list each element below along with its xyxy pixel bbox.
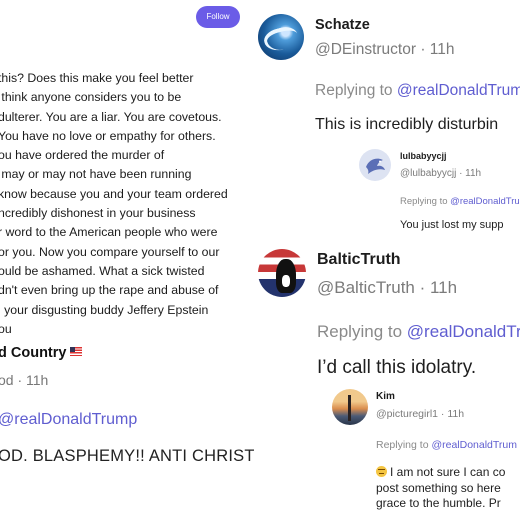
post-body: I’d call this idolatry.	[317, 357, 477, 378]
post-body: This is incredibly disturbin	[315, 116, 499, 133]
replying-mention-link[interactable]: @realDonaldTrum	[397, 82, 520, 99]
tower-sunset-avatar[interactable]	[332, 389, 368, 425]
post-body: I am not sure I can co post something so…	[376, 465, 520, 512]
replying-to-line: Replying to @realDonaldTrum	[376, 439, 517, 451]
post-author-name[interactable]: lulbabyycjj	[400, 151, 447, 161]
grimace-emoji-icon	[376, 466, 387, 477]
post-handle-time: @lulbabyycjj · 11h	[400, 168, 482, 179]
bird-icon	[366, 158, 385, 174]
post-body-text: I am not sure I can co post something so…	[376, 465, 506, 510]
long-reply-text: this? Does this make you feel better thi…	[0, 71, 228, 336]
author-name: d Country	[0, 345, 83, 361]
replying-mention-link[interactable]: @realDonaldTr	[407, 322, 520, 341]
post-author-name[interactable]: Kim	[376, 391, 395, 402]
post-author-name[interactable]: Schatze	[315, 17, 370, 33]
bird-avatar[interactable]	[359, 149, 391, 181]
left-screenshot-panel: Follow ‹ this? Does this make you feel b…	[0, 0, 254, 520]
replying-mention-link[interactable]: @realDonaldTrum	[431, 439, 517, 451]
post-body: You just lost my supp	[400, 219, 504, 231]
replying-prefix: Replying to	[400, 196, 451, 207]
author-name-text: d Country	[0, 345, 67, 361]
replying-to-line: Replying to @realDonaldTr	[317, 322, 520, 342]
follow-button[interactable]: Follow	[196, 6, 240, 28]
replying-prefix: Replying to	[315, 82, 397, 99]
right-screenshot-panel: Schatze @DEinstructor · 11h Replying to …	[256, 0, 520, 520]
replying-mention-link[interactable]: @realDonaldTrump	[0, 411, 137, 429]
wave-avatar[interactable]	[258, 14, 304, 60]
cat-flag-avatar[interactable]	[258, 249, 306, 297]
post-author-name[interactable]: BalticTruth	[317, 251, 401, 269]
post-handle-time: @BalticTruth · 11h	[317, 278, 458, 297]
replying-mention-link[interactable]: @realDonaldTrum	[450, 196, 520, 207]
post-handle-time: @DEinstructor · 11h	[315, 41, 455, 58]
author-handle-time: od · 11h	[0, 372, 49, 388]
replying-to-line: Replying to @realDonaldTrum	[400, 196, 520, 207]
post-body: OD. BLASPHEMY!! ANTI CHRIST	[0, 447, 254, 465]
replying-to-line: Replying to @realDonaldTrum	[315, 82, 520, 100]
replying-prefix: Replying to	[376, 439, 432, 451]
replying-prefix: Replying to	[317, 322, 407, 341]
us-flag-icon	[70, 347, 83, 356]
post-handle-time: @picturegirl1 · 11h	[376, 408, 465, 420]
